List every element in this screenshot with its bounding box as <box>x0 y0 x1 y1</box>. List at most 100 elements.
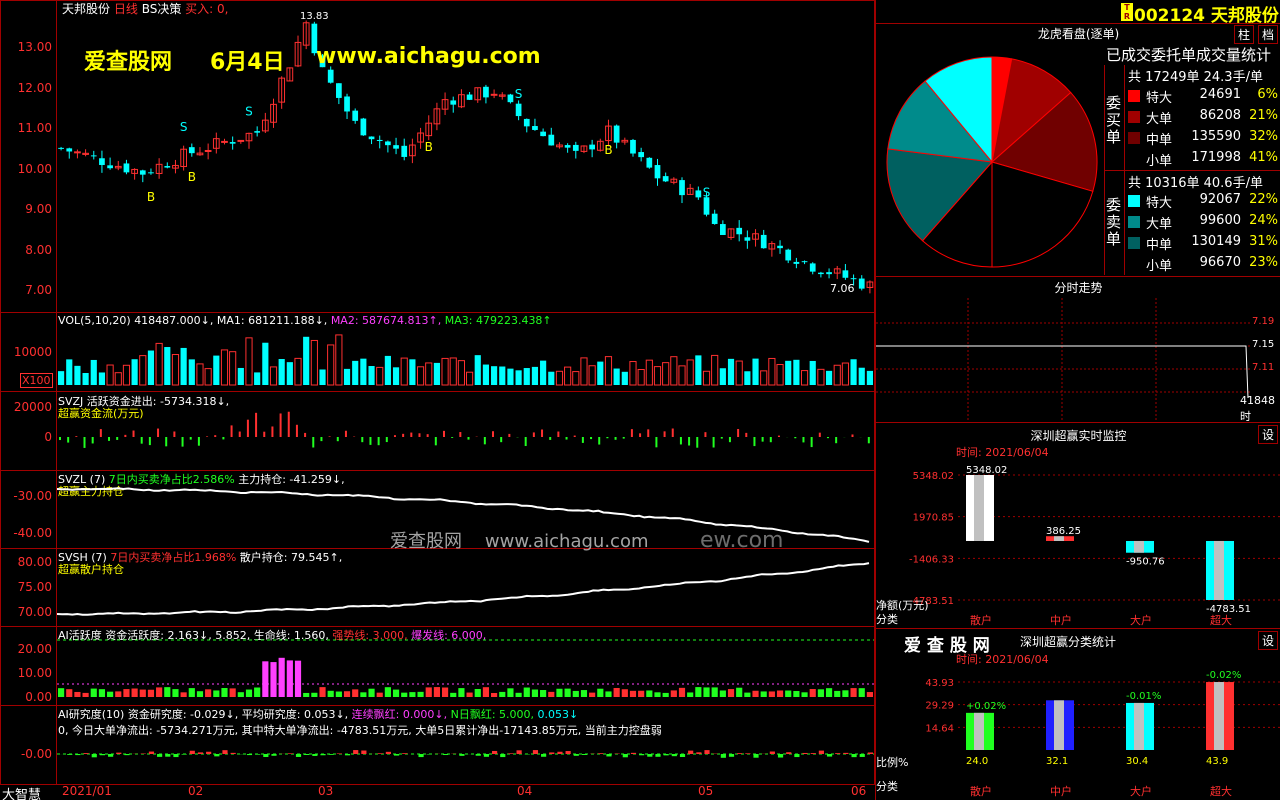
ai-active-bar <box>801 692 808 697</box>
ai-research-bar <box>745 753 751 754</box>
svzj-bar <box>385 437 388 443</box>
candle-body <box>237 139 245 142</box>
svzj-bar <box>451 437 454 438</box>
candle-body <box>376 139 383 142</box>
candle-body <box>548 134 555 146</box>
ai-research-bar <box>222 750 228 754</box>
candle-body <box>385 141 391 146</box>
ai-research-bar <box>271 754 277 756</box>
ai-research-chart[interactable] <box>57 736 874 784</box>
volume-bar <box>416 366 425 386</box>
bar-mode-button[interactable]: 柱 <box>1234 25 1255 44</box>
ai-active-bar <box>711 687 718 697</box>
candle-body <box>719 224 726 235</box>
candle-body <box>483 86 489 98</box>
ai-research-bar <box>67 754 73 755</box>
ai-active-y-tick: 20.00 <box>17 642 52 656</box>
ai-active-bar <box>564 688 571 697</box>
ai-research-bar <box>557 751 563 754</box>
svzj-bar <box>361 437 364 443</box>
candle-body <box>654 165 661 179</box>
category-chart[interactable]: 43.93 29.29 14.64 24.0 散户 +0.02% 32.1 中户 30.4 大户 -… <box>876 664 1280 800</box>
candle-body <box>564 145 571 148</box>
volume-bar <box>597 361 604 385</box>
ai-research-bar <box>418 754 424 758</box>
svzj-bar <box>745 432 748 437</box>
ai-active-bar <box>482 687 490 697</box>
volume-chart[interactable] <box>57 313 874 391</box>
svzj-chart[interactable] <box>57 392 874 470</box>
svzj-bar <box>295 424 298 437</box>
svzl-y-tick: -30.00 <box>13 489 52 503</box>
volume-bar <box>613 368 620 385</box>
volume-bar <box>621 371 628 385</box>
svzj-bar <box>712 437 715 448</box>
volume-bar <box>237 367 244 385</box>
svzl-y-tick: -40.00 <box>13 526 52 540</box>
buy-total: 共 17249单 24.3手/单 <box>1128 70 1263 85</box>
ai-active-bar <box>727 689 735 697</box>
svzj-bar <box>704 432 707 437</box>
svzj-bar <box>500 437 503 443</box>
ai-research-title-row: AI研究度(10) 资金研究度: -0.029↓, 平均研究度: 0.053↓,… <box>58 706 578 722</box>
intraday-chart[interactable] <box>876 298 1251 422</box>
buy-swatch <box>1128 90 1140 102</box>
sell-marker: S <box>180 120 188 134</box>
volume-bar <box>768 357 776 386</box>
svsh-chart[interactable] <box>57 549 874 626</box>
ai-active-bar <box>278 657 285 697</box>
candle-body <box>809 263 816 272</box>
volume-bar <box>702 370 711 386</box>
volume-bar <box>858 367 865 385</box>
ai-research-bar <box>802 752 808 754</box>
ai-research-bar <box>361 750 367 754</box>
svzj-bar <box>124 434 127 437</box>
svzj-bar <box>197 437 200 446</box>
sell-total: 共 10316单 40.6手/单 <box>1128 176 1263 191</box>
pie-chart[interactable] <box>880 50 1105 275</box>
monitor-chart[interactable]: 5348.021970.85-1406.33-4783.515348.02散户3… <box>876 458 1280 628</box>
svzj-bar <box>426 434 429 437</box>
level-mode-button[interactable]: 档 <box>1258 25 1279 44</box>
ai-active-bar <box>433 687 440 697</box>
category-bar <box>1206 682 1234 750</box>
ai-active-bar <box>523 687 530 697</box>
ai-active-bar <box>458 688 465 697</box>
buy-swatch <box>1128 111 1140 123</box>
ai-active-bar <box>98 689 106 697</box>
category-title: 深圳超赢分类统计 <box>1020 635 1117 649</box>
monitor-settings-button[interactable]: 设 <box>1258 425 1279 444</box>
svzj-bar <box>606 437 609 439</box>
sell-row-pct: 31% <box>1249 234 1278 249</box>
ai-active-chart[interactable] <box>57 627 874 705</box>
ai-active-bar <box>303 692 310 697</box>
ai-active-bar <box>597 688 604 697</box>
y-tick: 5348.02 <box>913 471 954 482</box>
category-settings-button[interactable]: 设 <box>1258 631 1279 650</box>
watermark-url: www.aichagu.com <box>316 44 541 69</box>
svzj-bar <box>157 428 160 437</box>
sell-marker: S <box>245 104 253 118</box>
ai-research-bar <box>516 750 522 754</box>
volume-bar <box>588 365 596 386</box>
svsh-y-tick: 75.00 <box>17 580 52 594</box>
volume-bar <box>727 358 735 385</box>
ai-active-bar <box>319 687 326 697</box>
ai-active-bar <box>556 688 563 697</box>
volume-bar <box>686 359 694 386</box>
ai-active-bar <box>409 692 416 697</box>
buy-row-pct: 32% <box>1249 129 1278 144</box>
sell-row-label: 特大 <box>1146 196 1173 211</box>
ai-active-bar <box>270 662 277 697</box>
ai-active-bar <box>662 692 669 697</box>
sell-row-pct: 24% <box>1249 213 1278 228</box>
buy-swatch <box>1128 132 1140 144</box>
ai-active-bar <box>213 690 220 697</box>
volume-bar <box>629 361 637 386</box>
ai-research-bar <box>124 754 130 756</box>
bar-shine <box>1134 702 1144 750</box>
ai-active-bar <box>262 661 269 697</box>
candle-body <box>736 227 743 235</box>
ai-active-bar <box>131 688 138 697</box>
x-tick: 05 <box>698 784 714 798</box>
